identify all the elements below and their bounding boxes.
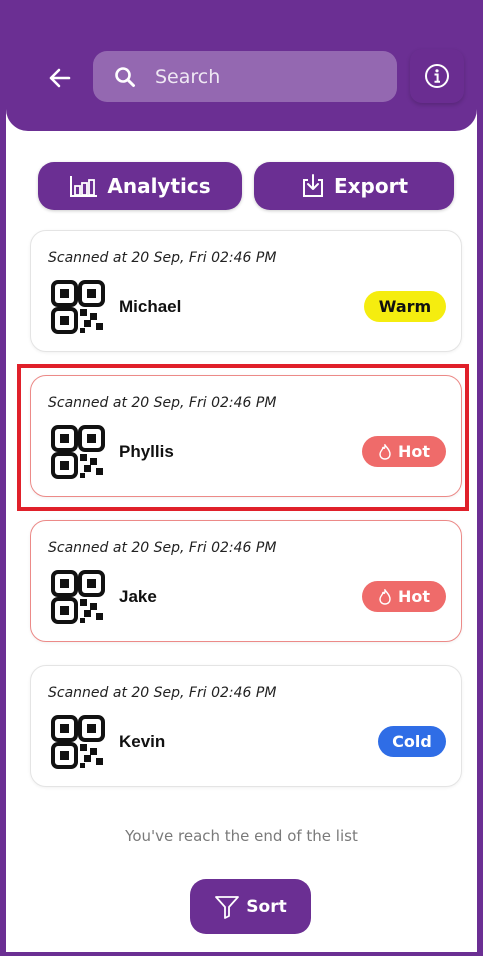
status-label: Hot xyxy=(397,587,431,606)
scan-timestamp: Scanned at 20 Sep, Fri 02:46 PM xyxy=(48,395,277,411)
search-input[interactable] xyxy=(155,65,375,88)
scan-timestamp: Scanned at 20 Sep, Fri 02:46 PM xyxy=(48,685,277,701)
app-frame: Analytics Export Scanned at 20 Sep, Fri … xyxy=(0,0,483,956)
search-icon xyxy=(113,65,137,89)
sort-button[interactable]: Sort xyxy=(190,879,311,934)
analytics-label: Analytics xyxy=(107,174,211,198)
info-button[interactable] xyxy=(410,49,464,103)
status-badge-warm[interactable]: Warm xyxy=(364,291,446,322)
status-label: Hot xyxy=(397,442,431,461)
qr-code-icon xyxy=(51,280,105,334)
sort-label: Sort xyxy=(246,896,287,917)
end-of-list-note: You've reach the end of the list xyxy=(125,827,358,845)
arrow-left-icon xyxy=(49,68,71,88)
contact-name: Kevin xyxy=(119,732,166,751)
status-label: Cold xyxy=(392,732,432,751)
status-badge-cold[interactable]: Cold xyxy=(378,726,446,757)
scan-card[interactable]: Scanned at 20 Sep, Fri 02:46 PM Kevin Co… xyxy=(30,665,462,787)
scan-timestamp: Scanned at 20 Sep, Fri 02:46 PM xyxy=(48,540,277,556)
filter-icon xyxy=(215,895,240,919)
download-icon xyxy=(302,174,323,197)
export-label: Export xyxy=(333,174,409,198)
contact-name: Jake xyxy=(119,587,157,606)
qr-code-icon xyxy=(51,715,105,769)
scan-timestamp: Scanned at 20 Sep, Fri 02:46 PM xyxy=(48,250,277,266)
search-bar[interactable] xyxy=(93,51,397,102)
status-label: Warm xyxy=(378,297,432,316)
flame-icon xyxy=(379,443,391,460)
status-badge-hot[interactable]: Hot xyxy=(362,436,446,467)
analytics-button[interactable]: Analytics xyxy=(38,162,242,210)
export-button[interactable]: Export xyxy=(254,162,454,210)
contact-name: Michael xyxy=(119,297,182,316)
scan-card[interactable]: Scanned at 20 Sep, Fri 02:46 PM Phyllis … xyxy=(30,375,462,497)
app-header xyxy=(6,0,477,131)
contact-name: Phyllis xyxy=(119,442,174,461)
info-icon xyxy=(425,64,449,88)
status-badge-hot[interactable]: Hot xyxy=(362,581,446,612)
qr-code-icon xyxy=(51,425,105,479)
scan-card[interactable]: Scanned at 20 Sep, Fri 02:46 PM Jake Hot xyxy=(30,520,462,642)
qr-code-icon xyxy=(51,570,105,624)
scan-card[interactable]: Scanned at 20 Sep, Fri 02:46 PM Michael … xyxy=(30,230,462,352)
bar-chart-icon xyxy=(70,176,98,197)
back-button[interactable] xyxy=(40,60,80,96)
flame-icon xyxy=(379,588,391,605)
